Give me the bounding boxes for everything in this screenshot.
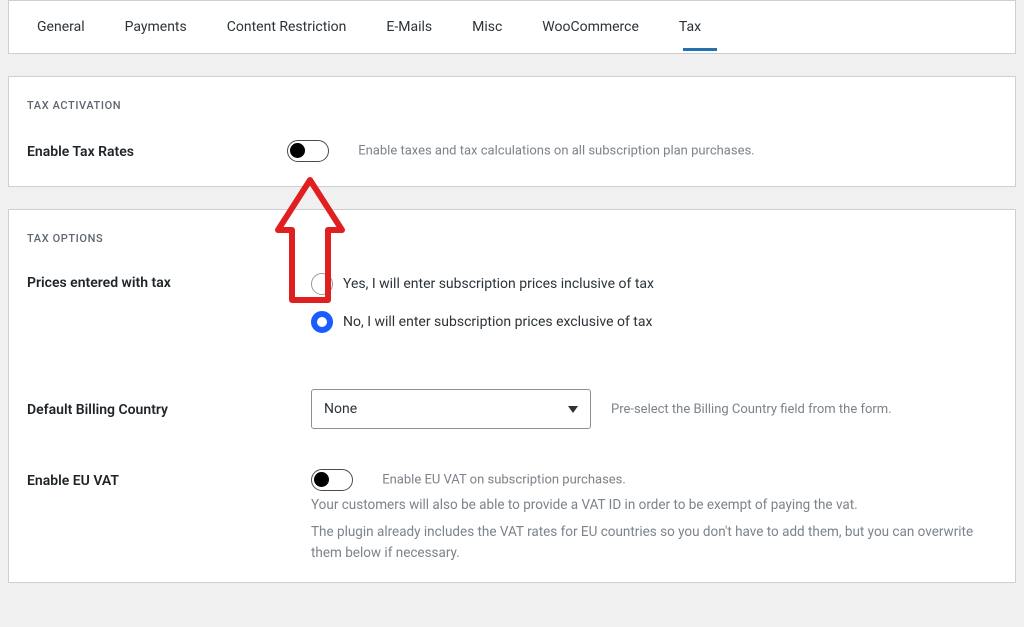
tab-label: Content Restriction — [227, 19, 347, 35]
toggle-enable-tax-rates[interactable] — [287, 140, 329, 162]
tab-label: Tax — [679, 19, 701, 35]
tab-label: Payments — [125, 19, 187, 35]
note-vat-rates: The plugin already includes the VAT rate… — [311, 522, 997, 564]
chevron-down-icon — [568, 406, 578, 413]
tab-misc[interactable]: Misc — [452, 1, 522, 54]
section-title: TAX OPTIONS — [27, 232, 997, 245]
label-enable-eu-vat: Enable EU VAT — [27, 471, 287, 489]
tab-label: WooCommerce — [542, 19, 639, 35]
tabs-bar: General Payments Content Restriction E-M… — [8, 0, 1016, 54]
tab-label: General — [37, 19, 85, 35]
note-vat-id: Your customers will also be able to prov… — [311, 495, 997, 516]
section-title: TAX ACTIVATION — [27, 99, 997, 112]
toggle-enable-eu-vat[interactable] — [311, 469, 353, 491]
desc-billing-country: Pre-select the Billing Country field fro… — [611, 402, 892, 417]
radio-prices-exclusive[interactable] — [311, 311, 333, 333]
card-tax-options: TAX OPTIONS Prices entered with tax Yes,… — [8, 209, 1016, 583]
label-enable-tax-rates: Enable Tax Rates — [27, 142, 287, 160]
radio-prices-inclusive[interactable] — [311, 273, 333, 295]
label-default-billing-country: Default Billing Country — [27, 400, 287, 418]
desc-enable-tax-rates: Enable taxes and tax calculations on all… — [358, 143, 754, 158]
tab-general[interactable]: General — [17, 1, 105, 54]
select-value: None — [324, 401, 357, 417]
label-prices-with-tax: Prices entered with tax — [27, 273, 287, 291]
radio-label-exclusive: No, I will enter subscription prices exc… — [343, 314, 652, 330]
tab-payments[interactable]: Payments — [105, 1, 207, 54]
tab-label: E-Mails — [386, 19, 432, 35]
tab-woocommerce[interactable]: WooCommerce — [522, 1, 659, 54]
eu-vat-notes: Your customers will also be able to prov… — [27, 495, 997, 564]
select-default-billing-country[interactable]: None — [311, 389, 591, 429]
tab-content-restriction[interactable]: Content Restriction — [207, 1, 367, 54]
radio-label-inclusive: Yes, I will enter subscription prices in… — [343, 276, 654, 292]
tab-emails[interactable]: E-Mails — [366, 1, 452, 54]
desc-enable-eu-vat: Enable EU VAT on subscription purchases. — [382, 472, 626, 487]
tab-label: Misc — [472, 19, 502, 35]
tab-tax[interactable]: Tax — [659, 1, 721, 54]
card-tax-activation: TAX ACTIVATION Enable Tax Rates Enable t… — [8, 76, 1016, 187]
